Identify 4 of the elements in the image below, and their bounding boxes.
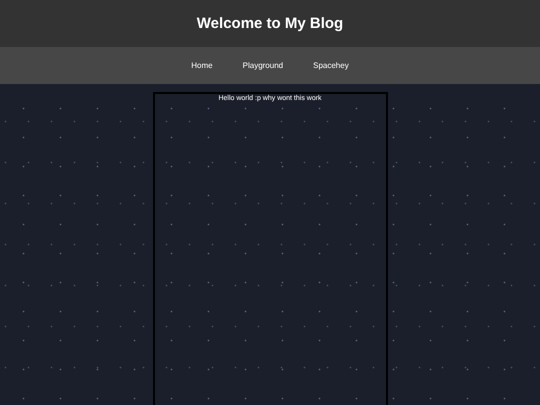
nav-link[interactable]: Home (177, 57, 227, 74)
nav-link[interactable]: Playground (228, 57, 298, 74)
nav-link[interactable]: Spacehey (299, 57, 363, 74)
blog-title: Welcome to My Blog (196, 15, 344, 32)
